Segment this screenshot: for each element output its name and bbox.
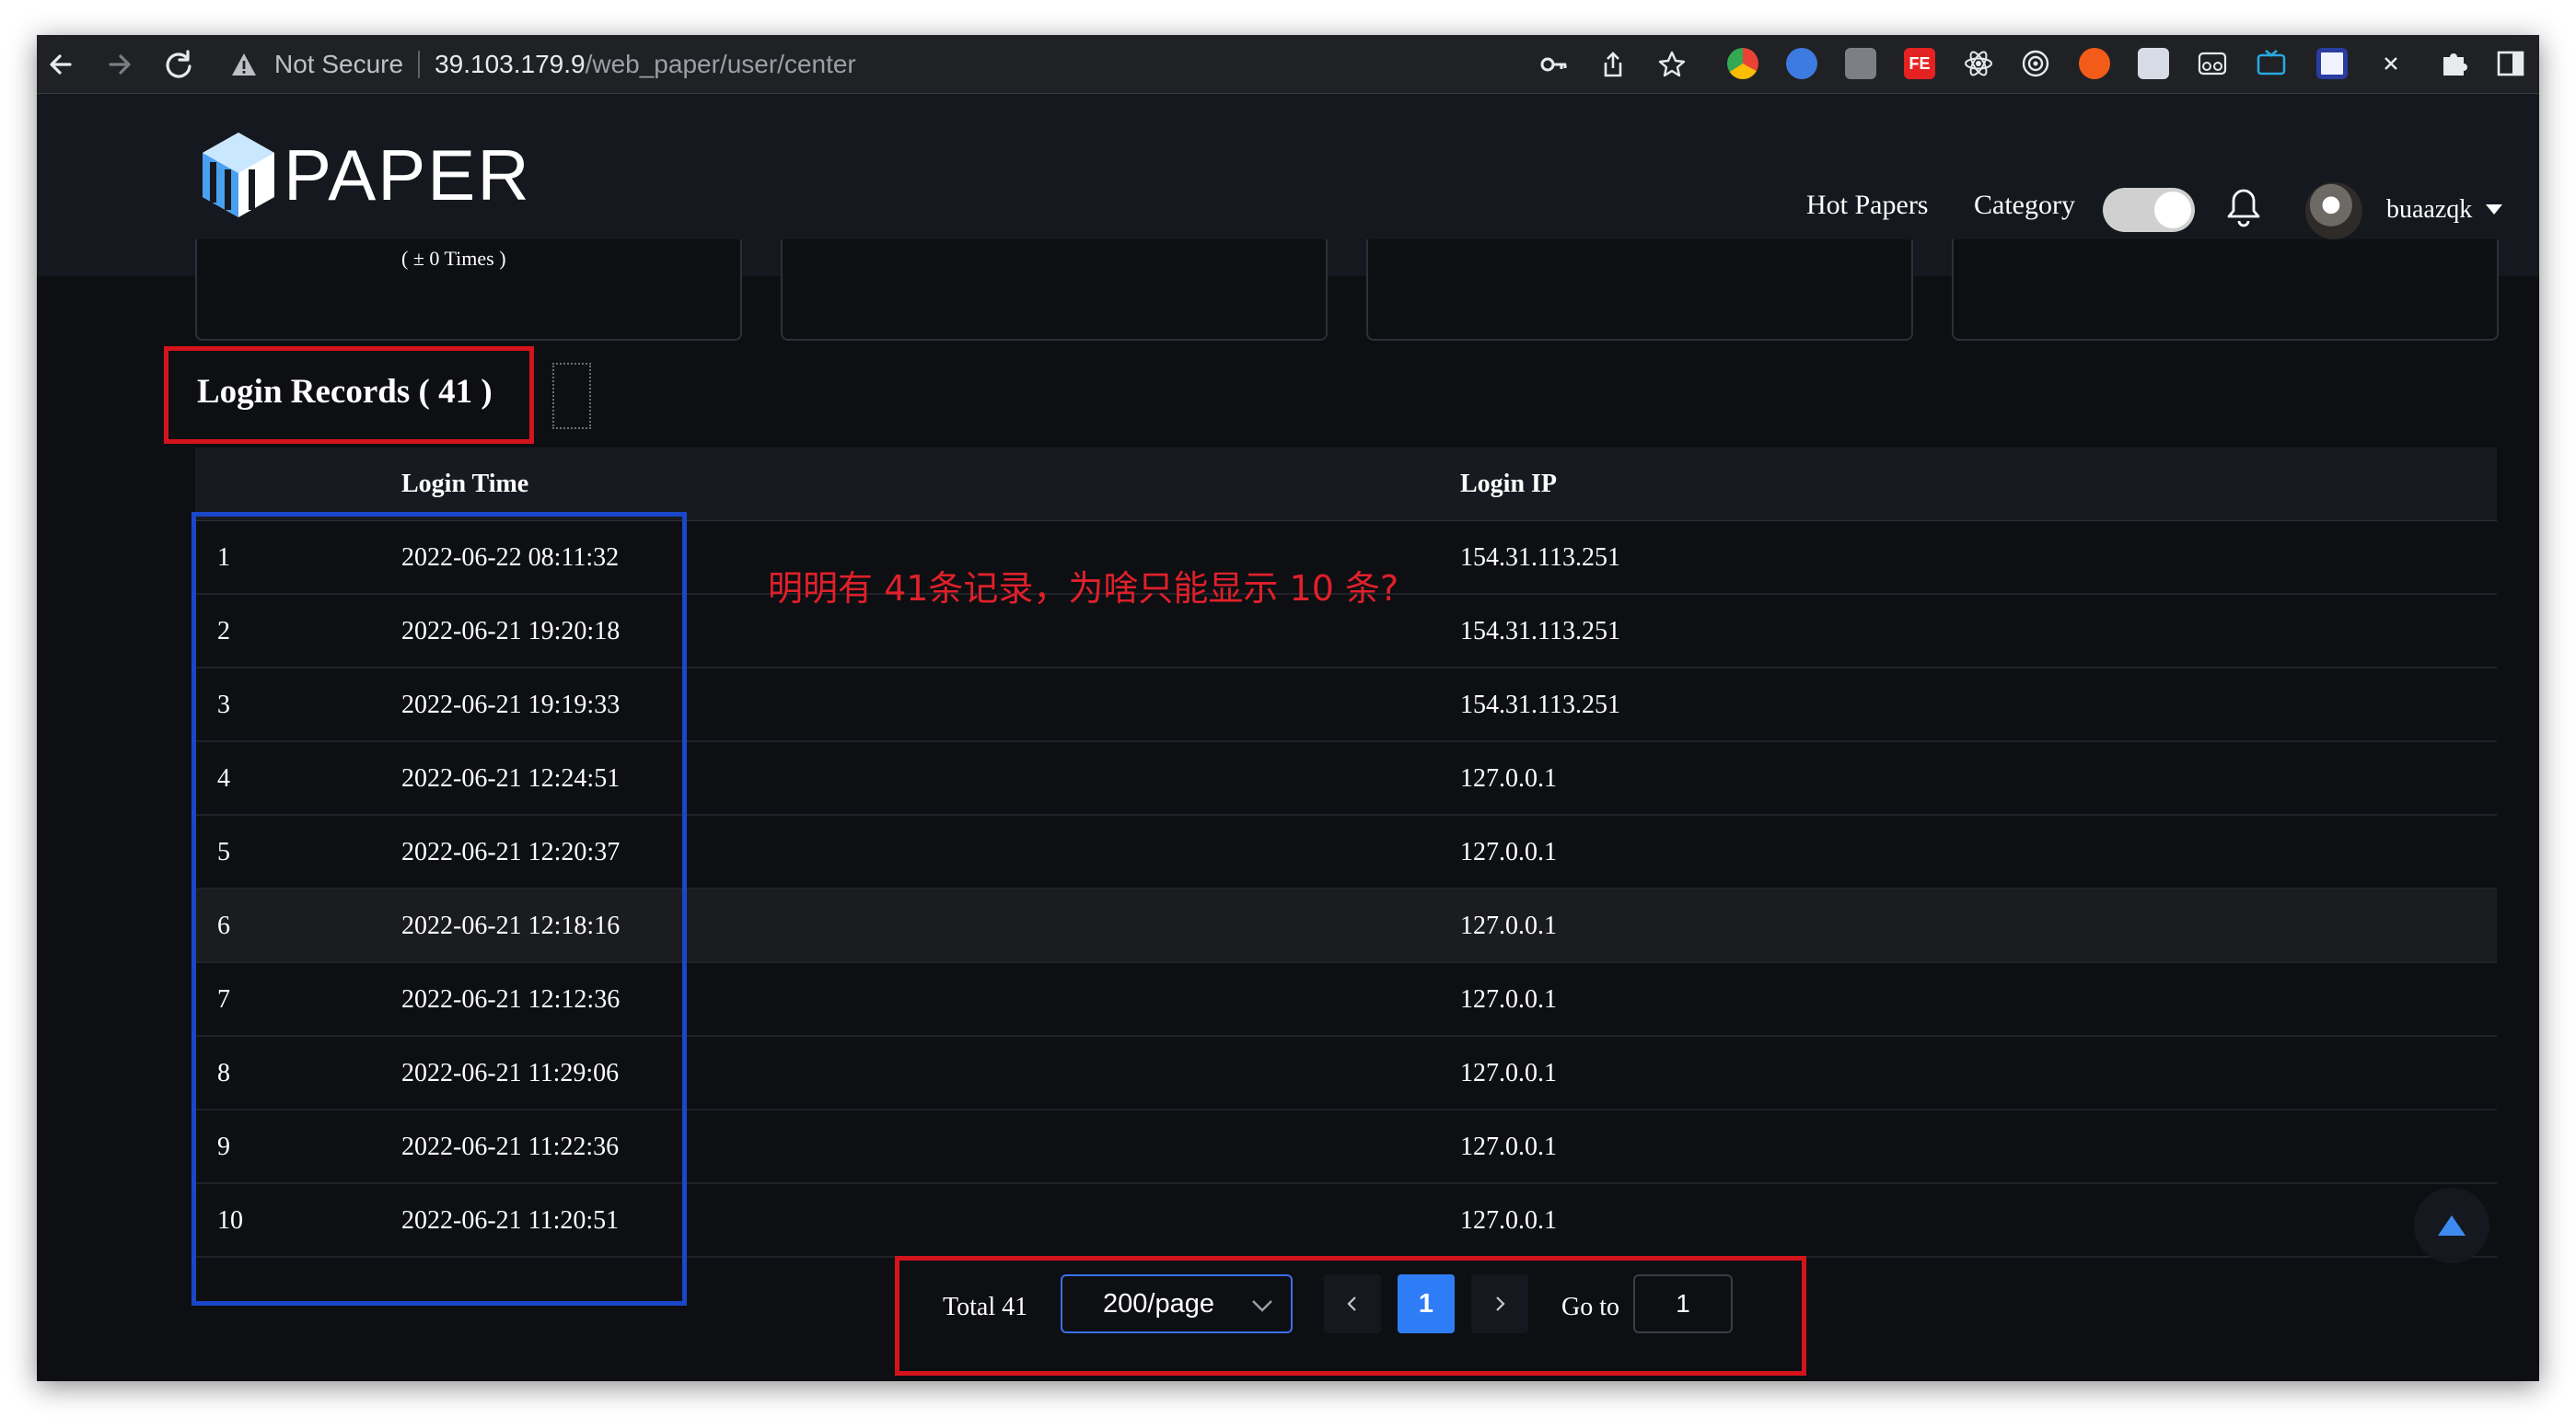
react-icon[interactable]	[1963, 48, 1994, 79]
login-ip-cell: 127.0.0.1	[1460, 764, 1557, 793]
target-icon[interactable]	[2020, 48, 2051, 79]
column-header-ip: Login IP	[1460, 470, 1558, 498]
puzzle-icon[interactable]	[2438, 48, 2469, 79]
tv-icon[interactable]	[2256, 48, 2287, 79]
stat-text: ( ± 0 Times )	[401, 247, 506, 270]
stat-card: ( ± 0 Times )	[195, 239, 742, 341]
forward-icon[interactable]	[101, 46, 138, 83]
reload-icon[interactable]	[160, 46, 197, 83]
bookmark-star-icon[interactable]	[1657, 50, 1687, 79]
goto-label: Go to	[1561, 1293, 1619, 1321]
theme-toggle[interactable]	[2103, 188, 2195, 232]
annotation-text: 明明有 41条记录，为啥只能显示 10 条?	[768, 568, 1399, 609]
chevron-left-icon	[1347, 1296, 1356, 1311]
url-path: /web_paper/user/center	[585, 50, 856, 78]
nav-hot-papers[interactable]: Hot Papers	[1806, 190, 1928, 221]
page-number-current[interactable]: 1	[1398, 1274, 1455, 1333]
login-ip-cell: 127.0.0.1	[1460, 985, 1557, 1014]
login-ip-cell: 154.31.113.251	[1460, 617, 1620, 645]
stat-card	[1952, 239, 2499, 341]
avatar[interactable]	[2305, 182, 2362, 239]
bell-icon[interactable]	[2224, 186, 2263, 228]
login-ip-cell: 154.31.113.251	[1460, 691, 1620, 719]
fe-icon[interactable]: FE	[1904, 48, 1935, 79]
login-ip-cell: 127.0.0.1	[1460, 838, 1557, 866]
key-icon[interactable]	[1539, 50, 1569, 79]
url-divider	[418, 51, 421, 78]
pagination-total: Total 41	[943, 1293, 1028, 1321]
back-icon[interactable]	[42, 46, 79, 83]
title-placeholder	[552, 363, 591, 429]
chevron-right-icon	[1496, 1296, 1505, 1311]
warning-icon	[232, 53, 256, 76]
goto-page-input[interactable]: 1	[1633, 1274, 1733, 1333]
login-ip-cell: 127.0.0.1	[1460, 1206, 1557, 1235]
toggle-knob	[2154, 192, 2191, 228]
x-icon[interactable]	[2375, 48, 2407, 79]
doc-icon[interactable]	[1845, 48, 1876, 79]
infinity-icon[interactable]	[2079, 48, 2110, 79]
section-title: Login Records ( 41 )	[197, 373, 493, 411]
next-page-button[interactable]	[1471, 1274, 1528, 1333]
dict-icon[interactable]	[2316, 48, 2348, 79]
share-icon[interactable]	[1598, 50, 1628, 79]
glasses-icon[interactable]	[2197, 48, 2228, 79]
column-header-time: Login Time	[401, 470, 529, 498]
browser-window: Not Secure 39.103.179.9/web_paper/user/c…	[37, 35, 2539, 1381]
chrome-icon[interactable]	[1727, 48, 1758, 79]
cloud-icon[interactable]	[1786, 48, 1817, 79]
address-bar[interactable]: Not Secure 39.103.179.9/web_paper/user/c…	[212, 42, 1666, 87]
prev-page-button[interactable]	[1324, 1274, 1381, 1333]
sidebar-icon[interactable]	[2495, 48, 2526, 79]
logo[interactable]: PAPER	[197, 129, 531, 221]
browser-toolbar: Not Secure 39.103.179.9/web_paper/user/c…	[37, 35, 2539, 94]
nav-category[interactable]: Category	[1974, 190, 2075, 221]
username[interactable]: buaazqk	[2386, 195, 2472, 225]
stat-card	[1366, 239, 1913, 341]
login-ip-cell: 127.0.0.1	[1460, 1059, 1557, 1087]
chevron-down-icon	[1252, 1300, 1272, 1312]
security-label: Not Secure	[274, 50, 404, 78]
logo-cube-icon	[203, 133, 274, 217]
caret-up-icon	[2438, 1215, 2466, 1236]
stat-card	[781, 239, 1328, 341]
page-size-select[interactable]: 200/page	[1061, 1274, 1293, 1333]
window-icon[interactable]	[2138, 48, 2169, 79]
back-to-top-button[interactable]	[2414, 1188, 2489, 1263]
logo-text: PAPER	[284, 134, 531, 215]
table-header: Login Time Login IP	[195, 447, 2497, 521]
annotation-blue-box-rows	[191, 512, 687, 1306]
url-host: 39.103.179.9	[435, 50, 586, 78]
login-ip-cell: 127.0.0.1	[1460, 912, 1557, 940]
login-ip-cell: 127.0.0.1	[1460, 1133, 1557, 1161]
page-size-value: 200/page	[1103, 1289, 1214, 1319]
login-ip-cell: 154.31.113.251	[1460, 543, 1620, 572]
caret-down-icon[interactable]	[2486, 204, 2502, 215]
